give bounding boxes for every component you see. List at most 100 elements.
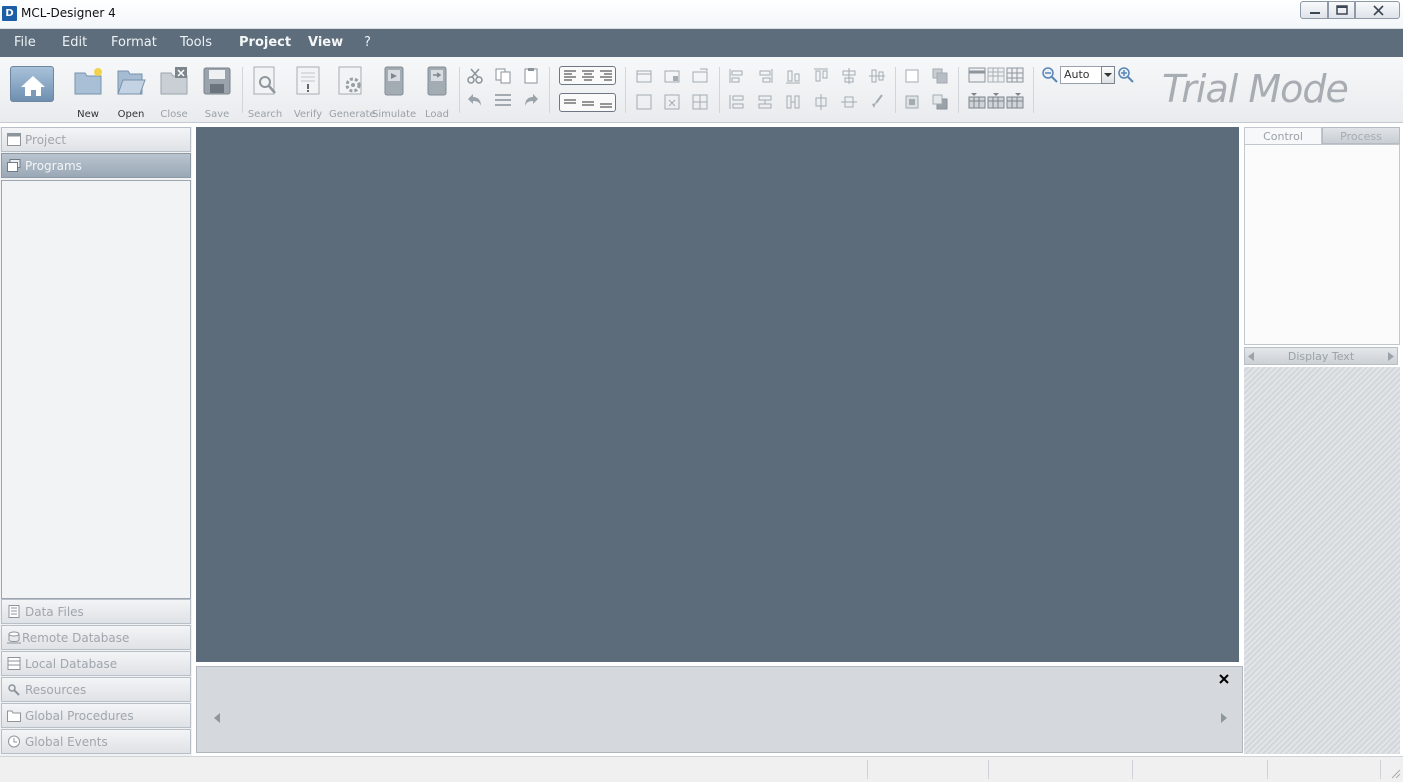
list-icon[interactable]	[494, 91, 512, 109]
section-label: Programs	[25, 159, 82, 173]
programs-tree[interactable]	[1, 180, 191, 599]
section-label: Global Events	[25, 735, 108, 749]
generate-label: Generate	[329, 109, 376, 120]
menu-format[interactable]: Format	[111, 35, 157, 50]
global-events-icon	[8, 735, 20, 748]
bring-to-front-icon[interactable]	[931, 67, 949, 85]
right-panel: Control Process Display Text	[1244, 127, 1400, 754]
grid-cells-icon[interactable]	[987, 66, 1005, 84]
section-global-procedures[interactable]: Global Procedures	[1, 703, 191, 728]
app-logo-icon: D	[2, 6, 17, 21]
tab-process[interactable]: Process	[1322, 127, 1400, 144]
remote-database-icon	[7, 631, 21, 644]
send-to-back-icon[interactable]	[931, 93, 949, 111]
save-button[interactable]: Save	[195, 65, 239, 120]
send-backward-icon[interactable]	[903, 93, 921, 111]
design-canvas[interactable]	[196, 127, 1239, 662]
status-divider	[1267, 760, 1268, 779]
menu-project[interactable]: Project	[239, 35, 291, 50]
status-bar	[0, 756, 1403, 782]
new-button[interactable]: New	[66, 65, 110, 120]
minimize-button[interactable]	[1300, 1, 1328, 19]
resize-grip-icon[interactable]	[1389, 767, 1401, 779]
zoom-dropdown-button[interactable]	[1101, 66, 1115, 84]
section-data-files[interactable]: Data Files	[1, 599, 191, 624]
window-back-icon[interactable]	[663, 67, 681, 85]
section-label: Remote Database	[22, 631, 130, 645]
center-vertical-icon[interactable]	[840, 93, 858, 111]
menu-edit[interactable]: Edit	[62, 35, 87, 50]
status-divider	[988, 760, 989, 779]
section-local-database[interactable]: Local Database	[1, 651, 191, 676]
same-width-icon[interactable]	[784, 93, 802, 111]
nav-left-icon[interactable]	[1247, 351, 1255, 362]
section-resources[interactable]: Resources	[1, 677, 191, 702]
close-file-button[interactable]: Close	[152, 65, 196, 120]
section-global-events[interactable]: Global Events	[1, 729, 191, 754]
cut-icon[interactable]	[466, 67, 484, 85]
nav-right-icon[interactable]	[1387, 351, 1395, 362]
maximize-button[interactable]	[1328, 1, 1355, 19]
section-project[interactable]: Project	[1, 127, 191, 152]
align-objects-top-icon[interactable]	[812, 67, 830, 85]
close-button[interactable]	[1355, 1, 1400, 19]
section-programs[interactable]: Programs	[1, 153, 191, 178]
table-insert-right-icon[interactable]	[1006, 92, 1024, 110]
distribute-vertical-icon[interactable]	[728, 93, 746, 111]
menu-view[interactable]: View	[308, 35, 343, 50]
toolbar-separator	[1033, 67, 1034, 113]
search-button[interactable]: Search	[243, 65, 287, 120]
bring-forward-icon[interactable]	[903, 67, 921, 85]
open-button[interactable]: Open	[109, 65, 153, 120]
same-height-icon[interactable]	[756, 93, 774, 111]
simulate-button[interactable]: Simulate	[372, 65, 416, 120]
grid-table-icon[interactable]	[1006, 66, 1024, 84]
section-label: Global Procedures	[25, 709, 134, 723]
section-remote-database[interactable]: Remote Database	[1, 625, 191, 650]
format-brush-icon[interactable]	[868, 93, 886, 111]
tab-control[interactable]: Control	[1244, 127, 1322, 144]
scroll-left-icon[interactable]	[213, 712, 221, 724]
frame-icon[interactable]	[635, 93, 653, 111]
home-button[interactable]	[10, 66, 54, 102]
programs-stack-icon	[7, 159, 21, 172]
close-icon	[1373, 5, 1384, 16]
redo-icon[interactable]	[522, 91, 540, 109]
close-pane-icon[interactable]	[1218, 673, 1230, 685]
table-insert-left-icon[interactable]	[968, 92, 986, 110]
center-horizontal-icon[interactable]	[812, 93, 830, 111]
undo-icon[interactable]	[466, 91, 484, 109]
toolbar-separator	[459, 67, 460, 113]
table-insert-middle-icon[interactable]	[987, 92, 1005, 110]
new-folder-icon	[74, 68, 102, 95]
menu-help[interactable]: ?	[364, 35, 371, 50]
window-new-icon[interactable]	[691, 67, 709, 85]
align-top-icon[interactable]	[562, 96, 614, 110]
global-procedures-icon	[7, 710, 21, 722]
close-label: Close	[160, 109, 188, 120]
window-front-icon[interactable]	[635, 67, 653, 85]
zoom-select[interactable]: Auto	[1060, 66, 1102, 84]
paste-icon[interactable]	[522, 67, 540, 85]
menu-tools[interactable]: Tools	[180, 35, 212, 50]
verify-button[interactable]: Verify	[286, 65, 330, 120]
scroll-right-icon[interactable]	[1220, 712, 1228, 724]
toolbar-separator	[895, 67, 896, 113]
grid-rows-icon[interactable]	[968, 66, 986, 84]
simulate-device-icon	[384, 66, 404, 96]
menu-file[interactable]: File	[14, 35, 36, 50]
align-objects-bottom-icon[interactable]	[784, 67, 802, 85]
zoom-in-icon[interactable]	[1117, 66, 1135, 84]
align-objects-right-icon[interactable]	[756, 67, 774, 85]
align-objects-middle-icon[interactable]	[868, 67, 886, 85]
align-objects-left-icon[interactable]	[728, 67, 746, 85]
generate-button[interactable]: Generate	[329, 65, 376, 120]
align-left-icon[interactable]	[562, 69, 614, 83]
copy-icon[interactable]	[494, 67, 512, 85]
align-objects-center-icon[interactable]	[840, 67, 858, 85]
verify-label: Verify	[293, 109, 323, 120]
load-button[interactable]: Load	[415, 65, 459, 120]
zoom-out-icon[interactable]	[1041, 66, 1059, 84]
frame-delete-icon[interactable]	[663, 93, 681, 111]
frame-split-icon[interactable]	[691, 93, 709, 111]
